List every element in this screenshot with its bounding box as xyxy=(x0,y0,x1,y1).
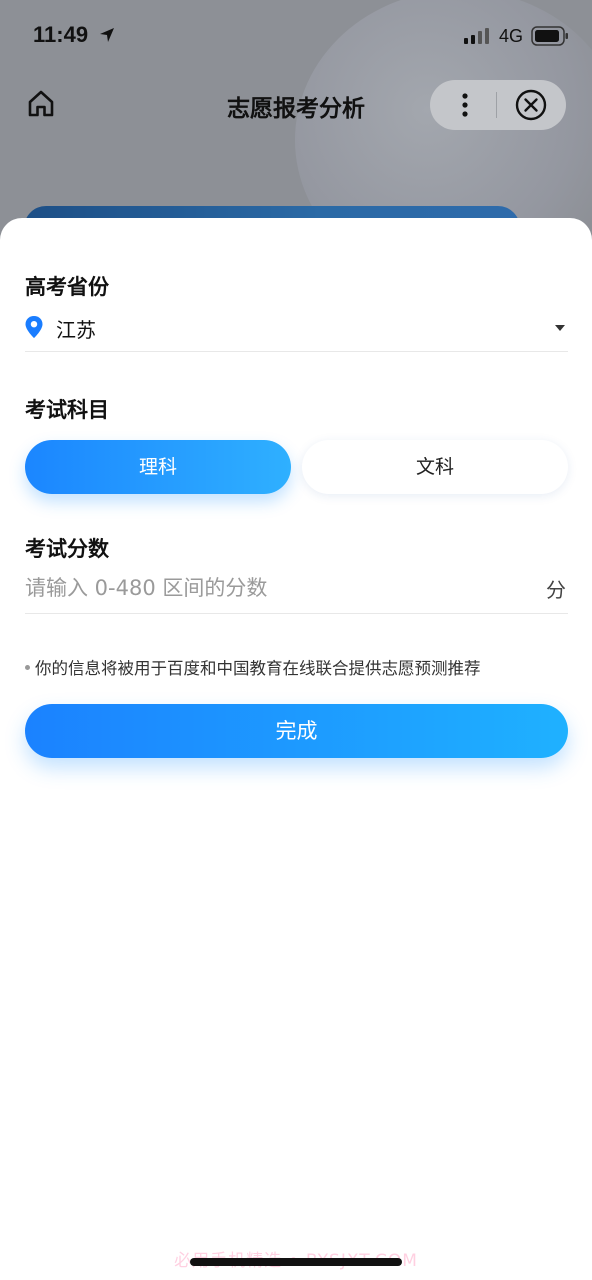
score-form-sheet: 高考省份 江苏 考试科目 理科 文科 考试分数 分 你的信息将被用于百度和中国教… xyxy=(0,218,592,1280)
capsule-divider xyxy=(496,92,497,118)
more-options-icon[interactable] xyxy=(460,92,470,118)
location-arrow-icon xyxy=(100,28,114,42)
location-pin-icon xyxy=(25,316,43,338)
province-value: 江苏 xyxy=(56,318,96,342)
bullet-dot xyxy=(25,665,30,670)
home-indicator xyxy=(190,1258,402,1266)
mini-program-capsule xyxy=(430,80,566,130)
status-bar: 11:49 4G xyxy=(0,0,592,72)
province-selector[interactable]: 江苏 xyxy=(25,310,568,352)
network-type: 4G xyxy=(499,26,524,46)
status-time: 11:49 xyxy=(33,22,89,47)
close-icon[interactable] xyxy=(515,89,547,121)
privacy-notice: 你的信息将被用于百度和中国教育在线联合提供志愿预测推荐 xyxy=(25,655,481,679)
score-field: 分 xyxy=(25,568,568,614)
subject-option-science[interactable]: 理科 xyxy=(25,440,291,494)
chevron-down-icon xyxy=(555,325,565,331)
score-label: 考试分数 xyxy=(25,537,109,561)
subject-label: 考试科目 xyxy=(25,398,109,422)
score-input[interactable] xyxy=(25,568,525,608)
cellular-signal-icon xyxy=(464,28,489,44)
subject-option-liberal-arts[interactable]: 文科 xyxy=(302,440,568,494)
battery-icon xyxy=(531,26,568,46)
score-unit: 分 xyxy=(546,578,566,602)
privacy-notice-text: 你的信息将被用于百度和中国教育在线联合提供志愿预测推荐 xyxy=(35,659,481,678)
submit-button[interactable]: 完成 xyxy=(25,704,568,758)
province-label: 高考省份 xyxy=(25,275,109,299)
